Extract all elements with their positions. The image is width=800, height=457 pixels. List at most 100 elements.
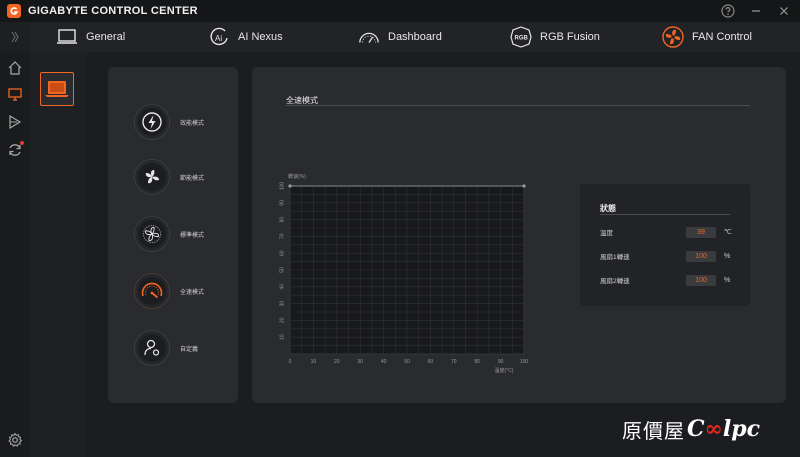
status-divider — [600, 214, 730, 215]
fan-icon — [662, 26, 684, 48]
x-tick-label: 40 — [381, 359, 387, 365]
tab-fan-control[interactable]: FAN Control — [662, 22, 752, 52]
status-label: 溫度 — [600, 230, 613, 237]
status-value: 39 — [686, 226, 716, 238]
y-tick-label: 70 — [279, 233, 285, 239]
expand-sidebar-icon[interactable] — [0, 22, 30, 52]
y-tick-label: 40 — [279, 284, 285, 290]
fan-curve-svg: 10 20 30 40 50 60 70 80 90 100 0 10 20 30 40 50 60 70 80 9… — [279, 173, 529, 374]
tab-dashboard[interactable]: Dashboard — [358, 22, 442, 52]
mode-custom[interactable]: 自定義 — [134, 329, 234, 367]
tab-fan-control-label: FAN Control — [692, 31, 752, 43]
monitor-icon[interactable] — [5, 84, 25, 104]
top-navigation: General Ai AI Nexus Dashboard RGB RGB Fu… — [11, 22, 800, 52]
gigabyte-logo-icon — [7, 4, 21, 18]
y-tick-label: 100 — [279, 182, 285, 191]
device-laptop-button[interactable] — [40, 72, 74, 106]
x-tick-label: 90 — [498, 359, 504, 365]
window-controls — [720, 3, 792, 19]
watermark-en: C∞lpc — [687, 416, 760, 442]
tab-ai-nexus[interactable]: Ai AI Nexus — [208, 22, 283, 52]
status-value: 100 — [686, 250, 716, 262]
help-icon[interactable] — [720, 3, 736, 19]
ai-icon: Ai — [208, 26, 230, 48]
mode-custom-label: 自定義 — [180, 346, 199, 353]
title-bar: GIGABYTE CONTROL CENTER — [0, 0, 800, 22]
app-title: GIGABYTE CONTROL CENTER — [28, 5, 198, 17]
status-panel: 狀態 溫度 39 ℃ 風扇1轉速 100 % 風扇2轉速 100 % — [580, 184, 750, 306]
x-tick-label: 100 — [520, 359, 529, 365]
x-tick-label: 10 — [311, 359, 317, 365]
fan-curve-chart[interactable]: 10 20 30 40 50 60 70 80 90 100 0 10 20 30 40 50 60 70 80 9… — [270, 171, 560, 381]
tab-general-label: General — [86, 31, 126, 43]
x-tick-label: 30 — [357, 359, 363, 365]
tab-general[interactable]: General — [56, 22, 125, 52]
svg-text:RGB: RGB — [515, 36, 529, 42]
status-row-fan2: 風扇2轉速 100 % — [600, 273, 740, 287]
gauge-icon — [358, 26, 380, 48]
mode-full-speed-label: 全速模式 — [180, 289, 205, 296]
svg-text:Ai: Ai — [215, 34, 222, 43]
status-row-fan1: 風扇1轉速 100 % — [600, 249, 740, 263]
fan-leaf-icon — [134, 159, 170, 195]
x-tick-label: 0 — [289, 359, 292, 365]
watermark-en-a: C — [687, 416, 705, 442]
sync-update-icon[interactable] — [5, 140, 25, 160]
tab-dashboard-label: Dashboard — [388, 31, 442, 43]
x-tick-label: 70 — [451, 359, 457, 365]
status-title: 狀態 — [600, 204, 616, 213]
watermark-cn: 原價屋 — [622, 418, 685, 443]
y-tick-label: 50 — [279, 267, 285, 273]
status-unit: % — [724, 276, 731, 284]
y-tick-label: 30 — [279, 301, 285, 307]
device-rail — [30, 52, 86, 457]
tab-ai-nexus-label: AI Nexus — [238, 31, 283, 43]
fan-curve-point[interactable] — [288, 184, 292, 188]
status-label: 風扇1轉速 — [600, 254, 630, 261]
status-label: 風扇2轉速 — [600, 278, 630, 285]
title-divider — [286, 105, 750, 106]
y-tick-label: 20 — [279, 317, 285, 323]
mode-full-speed[interactable]: 全速模式 — [134, 272, 234, 310]
status-unit: ℃ — [724, 229, 732, 236]
coolpc-watermark-logo: 原價屋 C∞lpc — [622, 412, 760, 446]
laptop-icon — [56, 26, 78, 48]
speedometer-icon — [134, 273, 170, 309]
settings-gear-icon[interactable] — [5, 430, 25, 450]
x-tick-label: 50 — [404, 359, 410, 365]
minimize-icon[interactable] — [748, 3, 764, 19]
fan-mode-panel: 效能模式 節能模式 標準模式 全速模式 自定義 — [108, 67, 238, 403]
mode-eco-label: 節能模式 — [180, 175, 205, 182]
mode-performance-label: 效能模式 — [180, 120, 205, 127]
y-tick-label: 10 — [279, 334, 285, 340]
fan-standard-icon — [134, 216, 170, 252]
fan-curve-point[interactable] — [522, 184, 526, 188]
close-icon[interactable] — [776, 3, 792, 19]
lightning-icon — [134, 104, 170, 140]
rgb-icon: RGB — [510, 26, 532, 48]
y-axis-label: 轉速(%) — [288, 173, 306, 180]
x-tick-label: 80 — [474, 359, 480, 365]
layers-arrow-icon[interactable] — [5, 112, 25, 132]
mode-standard-label: 標準模式 — [180, 232, 205, 239]
tab-rgb-fusion-label: RGB Fusion — [540, 31, 600, 43]
y-tick-label: 90 — [279, 200, 285, 206]
status-row-temperature: 溫度 39 ℃ — [600, 225, 740, 239]
left-rail — [0, 52, 30, 457]
notification-dot — [20, 141, 24, 145]
user-custom-icon — [134, 330, 170, 366]
watermark-en-b: lpc — [722, 416, 760, 442]
tab-rgb-fusion[interactable]: RGB RGB Fusion — [510, 22, 600, 52]
mode-eco[interactable]: 節能模式 — [134, 158, 234, 196]
home-icon[interactable] — [5, 58, 25, 78]
y-tick-label: 80 — [279, 217, 285, 223]
x-tick-label: 20 — [334, 359, 340, 365]
x-tick-label: 60 — [428, 359, 434, 365]
app-window: GIGABYTE CONTROL CENTER General Ai AI Ne… — [0, 0, 800, 457]
watermark-infinity: ∞ — [704, 416, 723, 442]
mode-standard[interactable]: 標準模式 — [134, 215, 234, 253]
laptop-device-icon — [45, 81, 69, 97]
mode-performance[interactable]: 效能模式 — [134, 103, 234, 141]
y-tick-label: 60 — [279, 250, 285, 256]
status-unit: % — [724, 252, 731, 260]
